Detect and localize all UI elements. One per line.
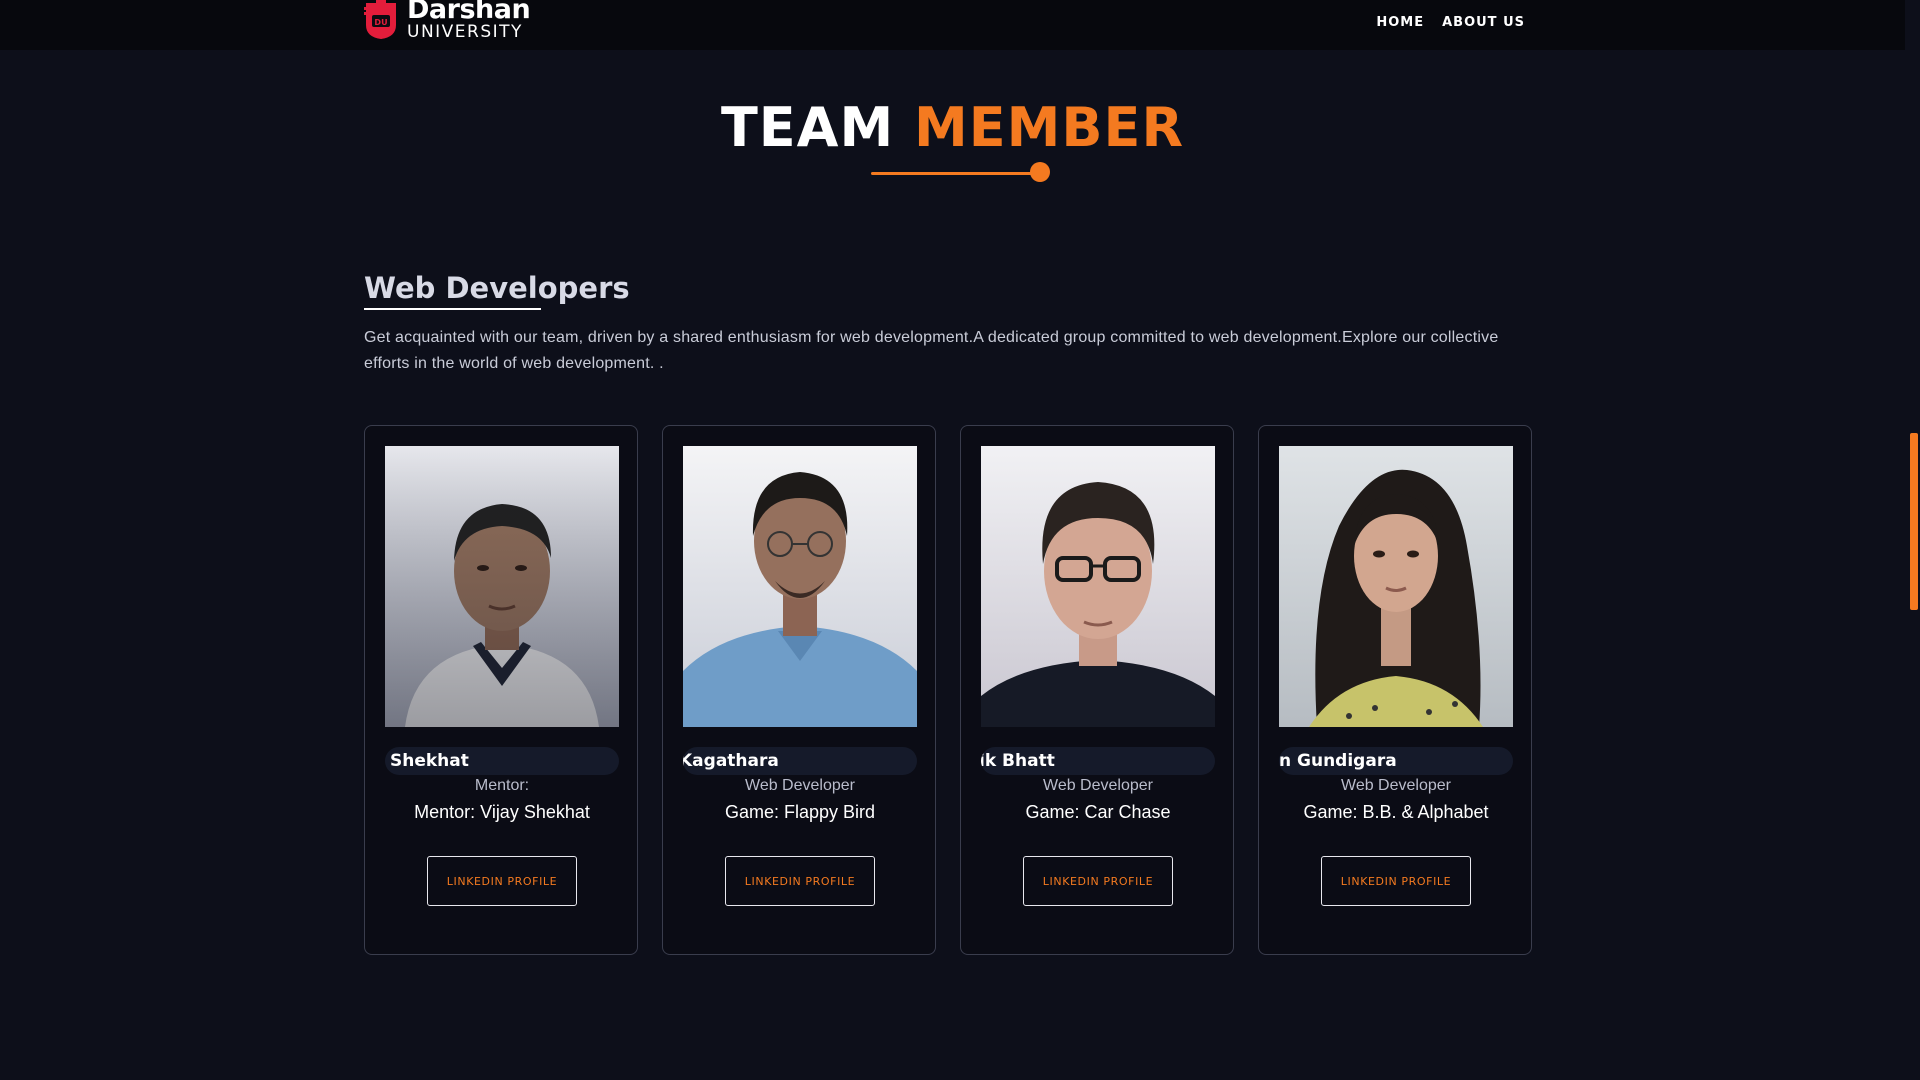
scrollbar-track[interactable] <box>1905 0 1920 1080</box>
team-cards: Shekhat Mentor: Mentor: Vijay Shekhat LI… <box>364 425 1532 955</box>
person-photo-icon <box>385 446 619 727</box>
member-name: Shekhat <box>390 751 469 771</box>
member-game: Game: B.B. & Alphabet <box>1303 802 1489 822</box>
member-game: Game: Car Chase <box>1025 802 1171 822</box>
nav-about-us[interactable]: ABOUT US <box>1442 15 1525 30</box>
member-role: Web Developer <box>1341 777 1451 794</box>
university-crest-icon: DU <box>364 0 396 39</box>
member-name-pill: ik Bhatt <box>981 747 1215 775</box>
title-underline-dot <box>1030 162 1050 182</box>
page: DU Darshan UNIVERSITY HOME ABOUT US TEAM… <box>0 0 1920 1080</box>
group-heading: Web Developers <box>364 271 630 305</box>
person-photo-icon <box>981 446 1215 727</box>
member-name: Kagathara <box>683 751 779 771</box>
member-photo <box>683 446 917 727</box>
team-card: n Gundigara Web Developer Game: B.B. & A… <box>1258 425 1532 955</box>
member-name-pill: Kagathara <box>683 747 917 775</box>
nav-links: HOME ABOUT US <box>1376 15 1525 30</box>
linkedin-profile-button[interactable]: LINKEDIN PROFILE <box>725 856 875 906</box>
nav-home[interactable]: HOME <box>1376 15 1424 30</box>
linkedin-profile-button[interactable]: LINKEDIN PROFILE <box>427 856 577 906</box>
member-photo <box>385 446 619 727</box>
brand-name: Darshan <box>407 0 531 25</box>
section-title: TEAM MEMBER <box>0 96 1905 159</box>
member-game: Game: Flappy Bird <box>724 802 876 822</box>
member-role: Mentor: <box>474 777 530 794</box>
person-photo-icon <box>1279 446 1513 727</box>
linkedin-profile-button[interactable]: LINKEDIN PROFILE <box>1023 856 1173 906</box>
person-photo-icon <box>683 446 917 727</box>
member-photo <box>1279 446 1513 727</box>
linkedin-profile-button[interactable]: LINKEDIN PROFILE <box>1321 856 1471 906</box>
team-card: Shekhat Mentor: Mentor: Vijay Shekhat LI… <box>364 425 638 955</box>
member-name-pill: Shekhat <box>385 747 619 775</box>
member-role: Web Developer <box>745 777 855 794</box>
group-heading-underline <box>364 308 541 310</box>
member-name-pill: n Gundigara <box>1279 747 1513 775</box>
section-title-part1: TEAM <box>720 96 895 159</box>
navbar: DU Darshan UNIVERSITY HOME ABOUT US <box>0 0 1905 50</box>
member-role: Web Developer <box>1043 777 1153 794</box>
brand-sub: UNIVERSITY <box>407 22 523 42</box>
team-card: ik Bhatt Web Developer Game: Car Chase L… <box>960 425 1234 955</box>
brand-logo[interactable]: DU Darshan UNIVERSITY <box>364 0 531 42</box>
team-card: Kagathara Web Developer Game: Flappy Bir… <box>662 425 936 955</box>
member-game: Mentor: Vijay Shekhat <box>414 802 590 822</box>
member-name: n Gundigara <box>1279 751 1397 771</box>
member-name: ik Bhatt <box>981 751 1055 771</box>
title-underline <box>871 172 1041 175</box>
scrollbar-thumb[interactable] <box>1910 433 1918 610</box>
member-photo <box>981 446 1215 727</box>
svg-text:DU: DU <box>374 18 387 27</box>
group-intro: Get acquainted with our team, driven by … <box>364 329 1499 372</box>
section-title-part2: MEMBER <box>914 96 1185 159</box>
